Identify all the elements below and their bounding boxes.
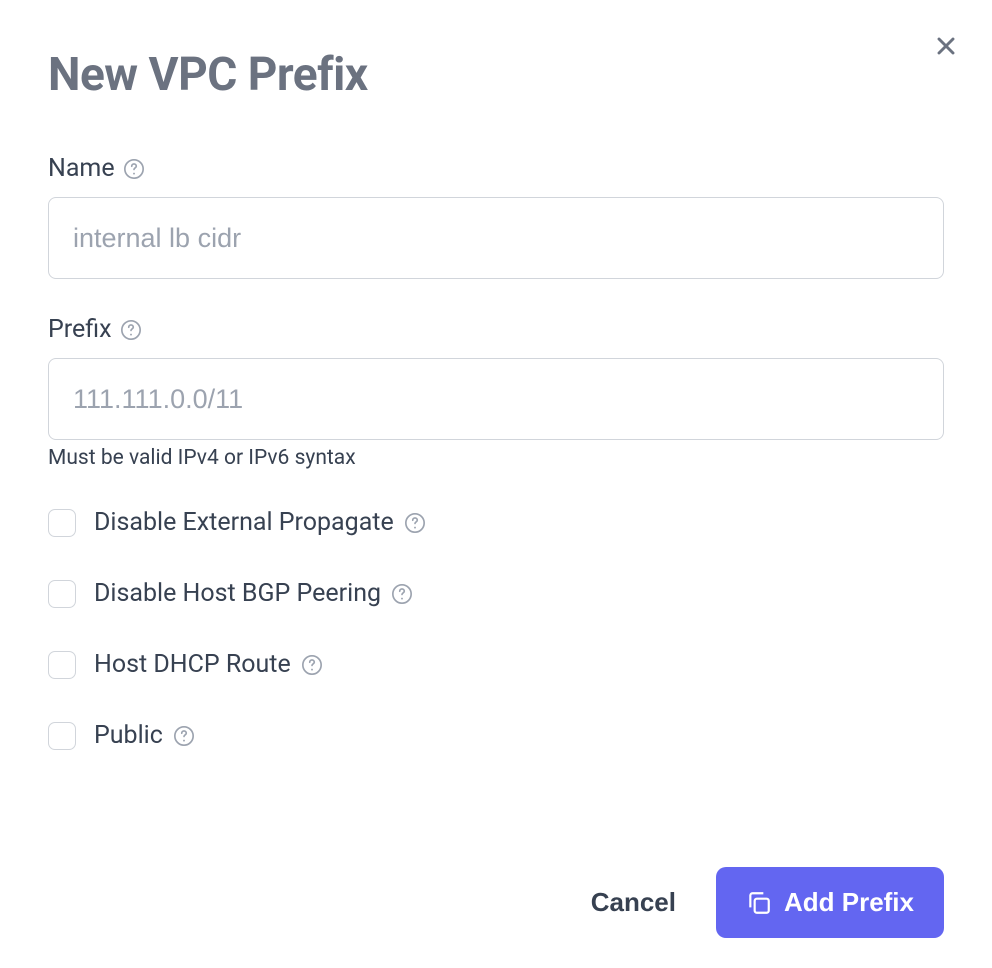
question-circle-icon: [391, 583, 413, 605]
disable-host-bgp-peering-checkbox[interactable]: [48, 580, 76, 608]
disable-external-propagate-checkbox[interactable]: [48, 509, 76, 537]
name-help-icon[interactable]: [123, 158, 145, 180]
public-row: Public: [48, 721, 944, 750]
prefix-help-icon[interactable]: [120, 319, 142, 341]
public-label: Public: [94, 721, 195, 750]
name-label: Name: [48, 154, 115, 183]
prefix-help-text: Must be valid IPv4 or IPv6 syntax: [48, 446, 944, 470]
disable-external-propagate-help-icon[interactable]: [404, 512, 426, 534]
name-label-row: Name: [48, 154, 944, 183]
close-icon: [932, 32, 960, 60]
close-button[interactable]: [928, 28, 964, 64]
host-dhcp-route-row: Host DHCP Route: [48, 650, 944, 679]
public-checkbox[interactable]: [48, 722, 76, 750]
add-prefix-label: Add Prefix: [784, 887, 914, 918]
disable-host-bgp-peering-text: Disable Host BGP Peering: [94, 579, 381, 608]
disable-external-propagate-label: Disable External Propagate: [94, 508, 426, 537]
question-circle-icon: [123, 158, 145, 180]
question-circle-icon: [120, 319, 142, 341]
disable-host-bgp-peering-row: Disable Host BGP Peering: [48, 579, 944, 608]
copy-plus-icon: [746, 890, 772, 916]
prefix-field-group: Prefix Must be valid IPv4 or IPv6 syntax: [48, 315, 944, 470]
host-dhcp-route-help-icon[interactable]: [301, 654, 323, 676]
disable-external-propagate-text: Disable External Propagate: [94, 508, 394, 537]
cancel-button[interactable]: Cancel: [587, 879, 680, 926]
add-prefix-button[interactable]: Add Prefix: [716, 867, 944, 938]
question-circle-icon: [404, 512, 426, 534]
host-dhcp-route-label: Host DHCP Route: [94, 650, 323, 679]
prefix-label: Prefix: [48, 315, 112, 344]
prefix-label-row: Prefix: [48, 315, 944, 344]
host-dhcp-route-text: Host DHCP Route: [94, 650, 291, 679]
name-field-group: Name: [48, 154, 944, 279]
public-text: Public: [94, 721, 163, 750]
name-input[interactable]: [48, 197, 944, 279]
disable-host-bgp-peering-help-icon[interactable]: [391, 583, 413, 605]
host-dhcp-route-checkbox[interactable]: [48, 651, 76, 679]
dialog-footer: Cancel Add Prefix: [587, 867, 944, 938]
question-circle-icon: [301, 654, 323, 676]
prefix-input[interactable]: [48, 358, 944, 440]
disable-external-propagate-row: Disable External Propagate: [48, 508, 944, 537]
dialog-title: New VPC Prefix: [48, 48, 944, 102]
disable-host-bgp-peering-label: Disable Host BGP Peering: [94, 579, 413, 608]
checkbox-group: Disable External Propagate Disable Host …: [48, 508, 944, 750]
public-help-icon[interactable]: [173, 725, 195, 747]
question-circle-icon: [173, 725, 195, 747]
